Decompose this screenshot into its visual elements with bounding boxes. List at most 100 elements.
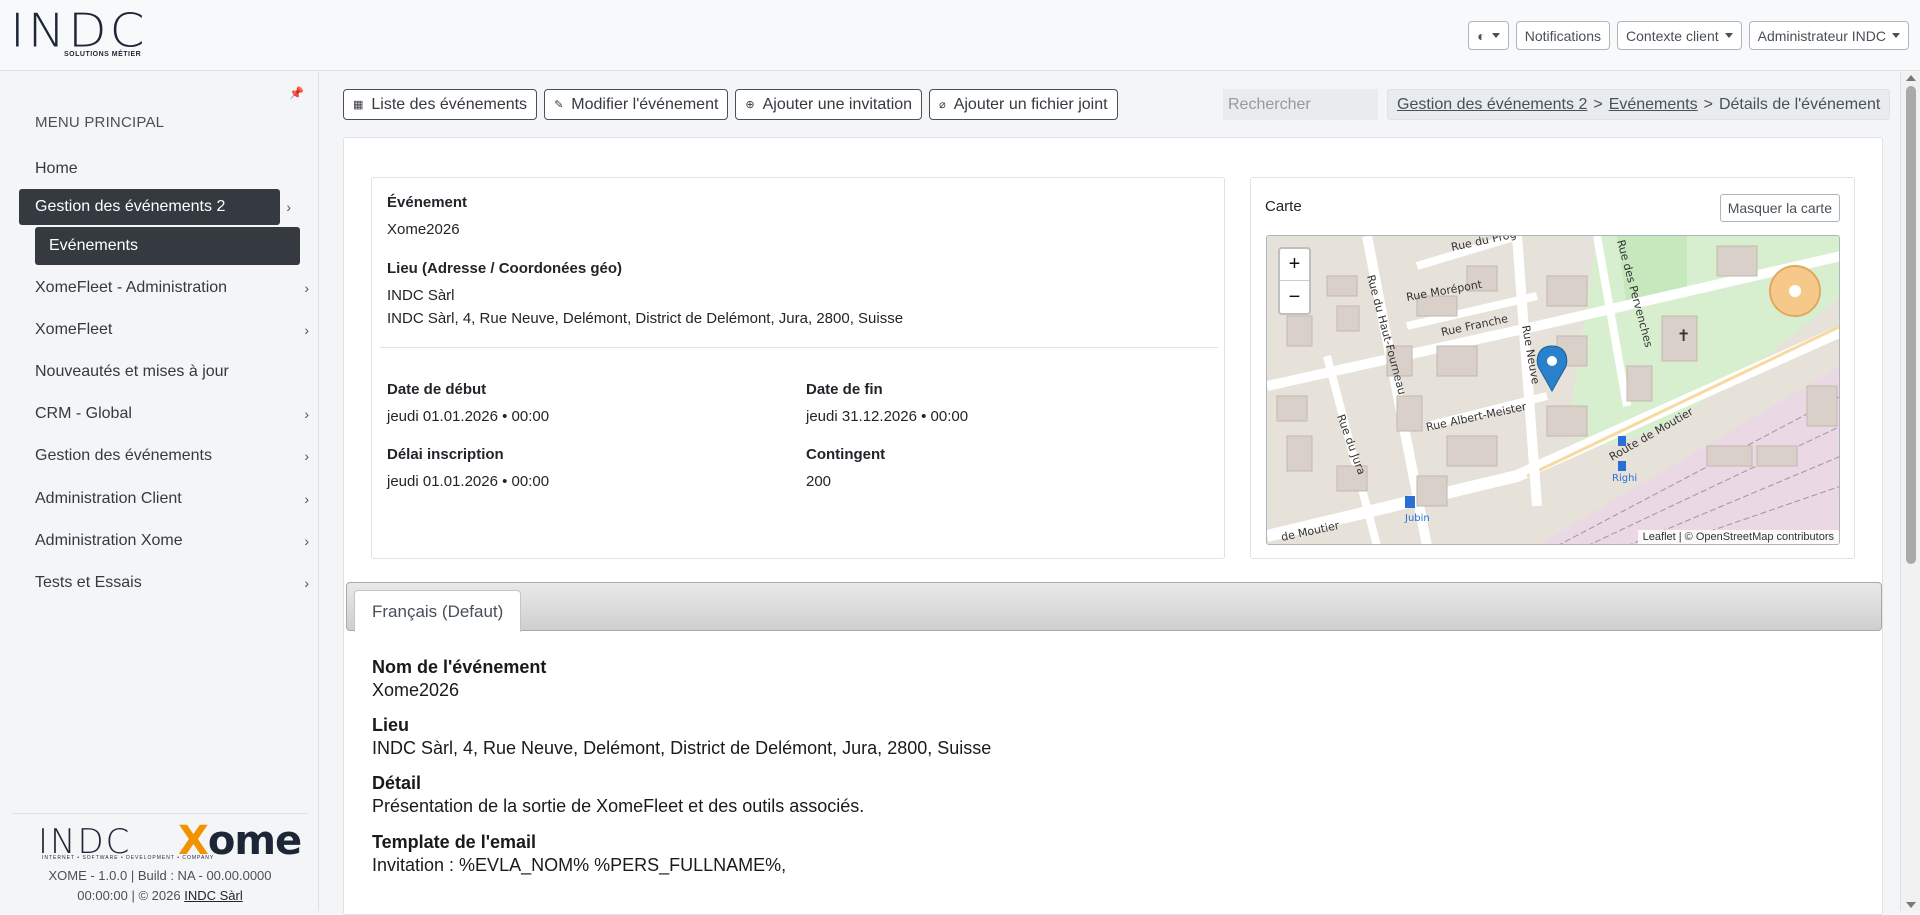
logo-text: INDC bbox=[10, 4, 148, 58]
client-context-label: Contexte client bbox=[1626, 27, 1719, 44]
svg-text:✝: ✝ bbox=[1677, 326, 1690, 345]
zoom-out-button[interactable]: − bbox=[1280, 281, 1309, 313]
map-zoom-controls: + − bbox=[1278, 247, 1311, 315]
place-name: INDC Sàrl bbox=[387, 287, 455, 304]
sidebar-item-crm[interactable]: CRM - Global › bbox=[19, 396, 309, 432]
quota-value: 200 bbox=[806, 473, 832, 490]
sidebar-item-label: XomeFleet bbox=[35, 321, 113, 338]
place-detail-value: INDC Sàrl, 4, Rue Neuve, Delémont, Distr… bbox=[372, 738, 992, 758]
company-link[interactable]: INDC Sàrl bbox=[184, 888, 243, 903]
sidebar-item-label: Administration Xome bbox=[35, 532, 183, 549]
chevron-right-icon: › bbox=[304, 491, 309, 507]
logo-subtitle: SOLUTIONS MÉTIER bbox=[64, 51, 142, 58]
chevron-right-icon: › bbox=[304, 575, 309, 591]
paperclip-icon: ⌀ bbox=[939, 99, 946, 111]
sidebar-item-label: Administration Client bbox=[35, 490, 182, 507]
edit-event-button[interactable]: ✎ Modifier l'événement bbox=[544, 89, 729, 120]
sidebar-subitem-events[interactable]: Evénements bbox=[35, 227, 300, 265]
chevron-right-icon: › bbox=[286, 199, 291, 215]
place-label: Lieu (Adresse / Coordonées géo) bbox=[387, 260, 623, 277]
footer-tagline: INTERNET • SOFTWARE • DEVELOPMENT • COMP… bbox=[42, 855, 215, 861]
chevron-right-icon: › bbox=[304, 322, 309, 338]
top-bar: INDC SOLUTIONS MÉTIER ◐ Notifications Co… bbox=[0, 0, 1920, 71]
map-card: Carte Masquer la carte Rue Morépont Rue … bbox=[1250, 177, 1855, 559]
event-name-label: Nom de l'événement bbox=[372, 657, 547, 677]
event-label: Événement bbox=[387, 194, 468, 211]
email-template-label: Template de l'email bbox=[372, 832, 537, 852]
language-tabs: Français (Defaut) bbox=[346, 582, 1882, 632]
scroll-down-icon[interactable] bbox=[1906, 902, 1916, 908]
add-invitation-button[interactable]: ⊕ Ajouter une invitation bbox=[735, 89, 923, 120]
breadcrumb: Gestion des événements 2 > Evénements > … bbox=[1387, 89, 1891, 120]
chevron-right-icon: › bbox=[304, 280, 309, 296]
sidebar-item-home[interactable]: Home bbox=[19, 151, 299, 187]
event-info-card: Événement Xome2026 Lieu (Adresse / Coord… bbox=[371, 177, 1225, 559]
caret-down-icon bbox=[1491, 33, 1500, 38]
chevron-right-icon: › bbox=[304, 448, 309, 464]
indc-logo[interactable]: INDC SOLUTIONS MÉTIER bbox=[10, 4, 192, 60]
sidebar-item-updates[interactable]: Nouveautés et mises à jour bbox=[19, 354, 299, 390]
top-actions: ◐ Notifications Contexte client Administ… bbox=[1468, 21, 1909, 50]
caret-down-icon bbox=[1892, 33, 1900, 38]
breadcrumb-current: Détails de l'événement bbox=[1718, 95, 1881, 113]
sidebar-item-xomefleet-admin[interactable]: XomeFleet - Administration › bbox=[19, 270, 309, 306]
event-value: Xome2026 bbox=[387, 221, 460, 238]
description-label: Détail bbox=[372, 773, 422, 793]
chevron-right-icon: › bbox=[304, 406, 309, 422]
zoom-in-button[interactable]: + bbox=[1280, 249, 1309, 281]
email-template-value: Invitation : %EVLA_NOM% %PERS_FULLNAME%, bbox=[372, 855, 787, 875]
sidebar-item-tests[interactable]: Tests et Essais › bbox=[19, 565, 309, 601]
main-content: ▦ Liste des événements ✎ Modifier l'évén… bbox=[320, 72, 1900, 915]
tab-french-default[interactable]: Français (Defaut) bbox=[354, 590, 522, 632]
breadcrumb-link-events[interactable]: Evénements bbox=[1609, 96, 1698, 114]
add-attachment-button[interactable]: ⌀ Ajouter un fichier joint bbox=[929, 89, 1118, 120]
content-panel: Événement Xome2026 Lieu (Adresse / Coord… bbox=[343, 137, 1883, 915]
sidebar-subitem-label: Evénements bbox=[49, 237, 138, 254]
menu-title: MENU PRINCIPAL bbox=[35, 114, 165, 131]
quota-label: Contingent bbox=[806, 446, 886, 463]
plus-circle-icon: ⊕ bbox=[745, 99, 755, 111]
sidebar-item-event-management-2[interactable]: Gestion des événements 2 › bbox=[19, 189, 291, 225]
client-context-dropdown[interactable]: Contexte client bbox=[1617, 21, 1742, 50]
notifications-button[interactable]: Notifications bbox=[1515, 21, 1611, 50]
user-dropdown[interactable]: Administrateur INDC bbox=[1748, 21, 1909, 50]
sidebar-item-xomefleet[interactable]: XomeFleet › bbox=[19, 312, 309, 348]
place-address: INDC Sàrl, 4, Rue Neuve, Delémont, Distr… bbox=[387, 310, 904, 327]
sidebar-item-label: Nouveautés et mises à jour bbox=[35, 363, 229, 380]
page-scrollbar[interactable] bbox=[1900, 72, 1920, 911]
sidebar-item-xome-admin[interactable]: Administration Xome › bbox=[19, 523, 309, 559]
footer-version: XOME - 1.0.0 | Build : NA - 00.00.0000 0… bbox=[48, 868, 272, 903]
description-value: Présentation de la sortie de XomeFleet e… bbox=[372, 796, 865, 816]
sidebar-item-label: CRM - Global bbox=[35, 405, 132, 422]
deadline-label: Délai inscription bbox=[387, 446, 504, 463]
theme-toggle-button[interactable]: ◐ bbox=[1468, 21, 1509, 50]
scroll-thumb[interactable] bbox=[1906, 86, 1916, 564]
caret-down-icon bbox=[1724, 33, 1733, 38]
scroll-up-icon[interactable] bbox=[1906, 75, 1916, 81]
list-icon: ▦ bbox=[353, 99, 364, 111]
sidebar: 📌 MENU PRINCIPAL Home Gestion des événem… bbox=[0, 72, 319, 911]
map-attribution: Leaflet | © OpenStreetMap contributors bbox=[1637, 530, 1839, 544]
event-list-button[interactable]: ▦ Liste des événements bbox=[343, 89, 538, 120]
sidebar-item-label: XomeFleet - Administration bbox=[35, 279, 228, 296]
sidebar-item-label: Tests et Essais bbox=[35, 574, 142, 591]
contrast-icon: ◐ bbox=[1477, 27, 1486, 44]
sidebar-item-label: Gestion des événements 2 bbox=[35, 198, 226, 215]
map-view[interactable]: Rue Morépont Rue Franche Rue du Haut-Fou… bbox=[1266, 235, 1840, 545]
divider bbox=[380, 347, 1218, 348]
user-label: Administrateur INDC bbox=[1757, 27, 1886, 44]
sidebar-item-label: Home bbox=[35, 160, 78, 177]
place-detail-label: Lieu bbox=[372, 715, 410, 735]
search-input[interactable]: Rechercher bbox=[1223, 89, 1378, 120]
edit-icon: ✎ bbox=[554, 99, 564, 111]
pin-icon[interactable]: 📌 bbox=[289, 86, 304, 100]
start-date-value: jeudi 01.01.2026 • 00:00 bbox=[387, 408, 550, 425]
sidebar-footer: INDC Xome INTERNET • SOFTWARE • DEVELOPM… bbox=[12, 813, 308, 906]
sidebar-item-label: Gestion des événements bbox=[35, 447, 212, 464]
event-name-value: Xome2026 bbox=[372, 680, 460, 700]
sidebar-item-event-management[interactable]: Gestion des événements › bbox=[19, 438, 309, 474]
hide-map-button[interactable]: Masquer la carte bbox=[1719, 194, 1840, 222]
svg-text:Righi: Righi bbox=[1612, 473, 1637, 484]
breadcrumb-link-event-management-2[interactable]: Gestion des événements 2 bbox=[1397, 96, 1587, 114]
sidebar-item-client-admin[interactable]: Administration Client › bbox=[19, 481, 309, 517]
